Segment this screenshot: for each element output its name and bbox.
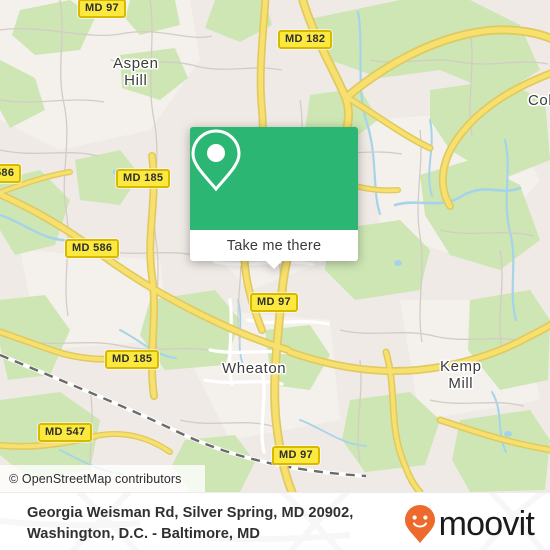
take-me-there-label: Take me there [226, 237, 322, 254]
highway-shield-md-547[interactable]: MD 547 [38, 423, 93, 442]
footer-address-line-1: Georgia Weisman Rd, Silver Spring, MD 20… [27, 505, 354, 521]
osm-attribution[interactable]: © OpenStreetMap contributors [0, 465, 205, 492]
location-info-card[interactable]: Take me there [190, 127, 358, 269]
footer-address: Georgia Weisman Rd, Silver Spring, MD 20… [27, 503, 387, 545]
osm-attribution-label: © OpenStreetMap contributors [9, 471, 182, 486]
map-pin-icon [191, 129, 241, 192]
footer-address-line-2: Washington, D.C. - Baltimore, MD [27, 526, 260, 542]
card-pointer [265, 260, 283, 269]
highway-shield-md-182[interactable]: MD 182 [278, 30, 333, 49]
highway-shield-586-edge[interactable]: 586 [0, 164, 22, 183]
highway-shield-md-97-south[interactable]: MD 97 [272, 446, 320, 465]
moovit-wordmark: moovit [438, 505, 535, 543]
card-pin-panel [190, 127, 358, 230]
footer-bar: Georgia Weisman Rd, Silver Spring, MD 20… [0, 492, 550, 550]
map-screenshot: Aspen Hill Col Wheaton Kemp Mill MD 97 M… [0, 0, 550, 550]
highway-shield-md-97-mid[interactable]: MD 97 [250, 293, 298, 312]
highway-shield-md-97-north[interactable]: MD 97 [78, 0, 126, 18]
highway-shield-md-586[interactable]: MD 586 [65, 239, 120, 258]
moovit-logo[interactable]: moovit [404, 504, 535, 544]
map-canvas[interactable]: Aspen Hill Col Wheaton Kemp Mill MD 97 M… [0, 0, 550, 492]
moovit-pin-icon [404, 505, 435, 543]
highway-shield-md-185-lower[interactable]: MD 185 [105, 350, 160, 369]
highway-shield-md-185-upper[interactable]: MD 185 [116, 169, 171, 188]
take-me-there-button[interactable]: Take me there [190, 230, 358, 269]
